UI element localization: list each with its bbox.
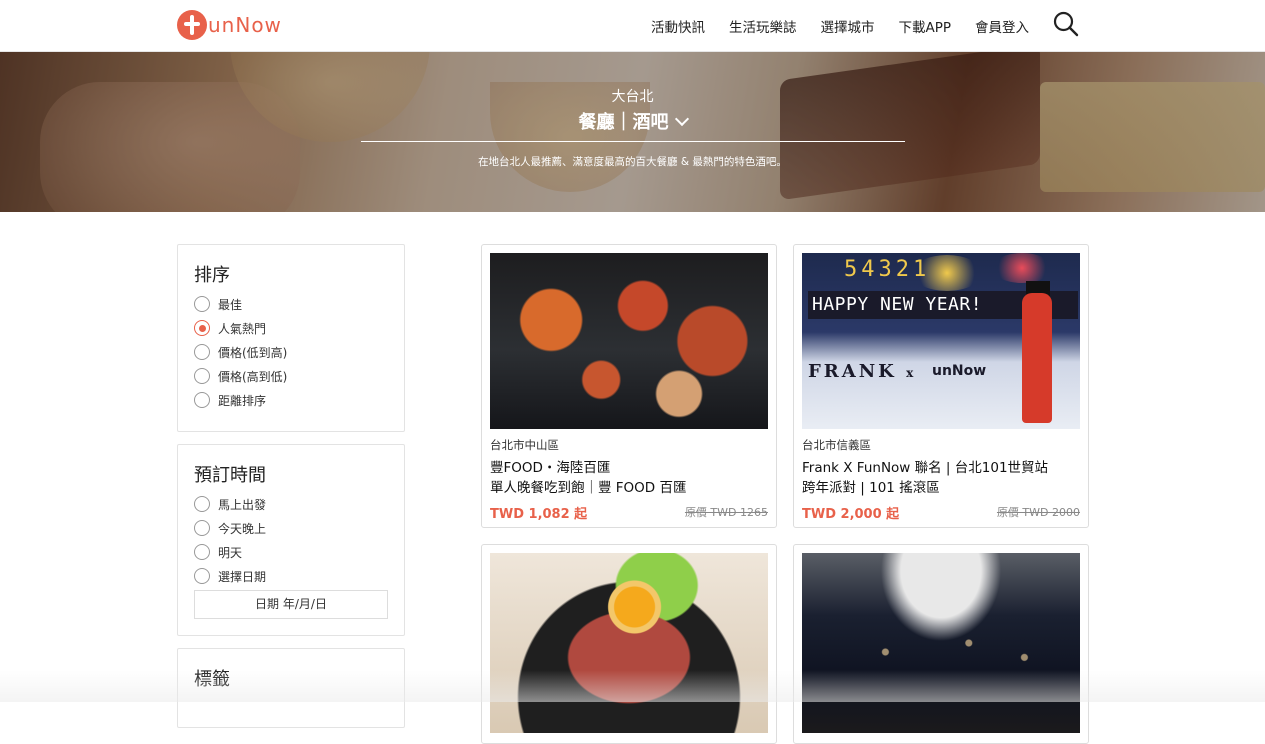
- date-input[interactable]: 日期 年/月/日: [194, 590, 388, 619]
- card-title: 豐FOOD・海陸百匯 單人晚餐吃到飽｜豐 FOOD 百匯: [490, 458, 770, 498]
- product-card[interactable]: 台北市中山區 豐FOOD・海陸百匯 單人晚餐吃到飽｜豐 FOOD 百匯 TWD …: [481, 244, 777, 528]
- sort-option-popular[interactable]: 人氣熱門: [194, 319, 266, 337]
- brand-left: FRANK: [808, 361, 897, 382]
- card-district: 台北市信義區: [802, 438, 871, 452]
- booking-time-panel: 預訂時間 馬上出發 今天晚上 明天 選擇日期 日期 年/月/日: [177, 444, 405, 636]
- countdown-text: 54321: [844, 257, 931, 282]
- hero-description: 在地台北人最推薦、滿意度最高的百大餐廳 & 最熱門的特色酒吧。: [478, 156, 787, 168]
- radio-icon: [194, 392, 210, 408]
- card-title-line: 單人晚餐吃到飽｜豐 FOOD 百匯: [490, 480, 687, 496]
- character-suit: [1022, 293, 1052, 423]
- product-card[interactable]: 54321 HAPPY NEW YEAR! FRANK x unNow 台北市信…: [793, 244, 1089, 528]
- card-district: 台北市中山區: [490, 438, 559, 452]
- option-label: 馬上出發: [218, 497, 267, 512]
- card-title-line: Frank X FunNow 聯名 | 台北101世貿站: [802, 460, 1049, 476]
- product-card[interactable]: [481, 544, 777, 744]
- nav-item-login[interactable]: 會員登入: [975, 16, 1029, 36]
- product-card[interactable]: [793, 544, 1089, 744]
- radio-selected-icon: [194, 320, 210, 336]
- option-label: 選擇日期: [218, 569, 267, 584]
- card-title-line: 跨年派對 | 101 搖滾區: [802, 480, 940, 496]
- sort-panel: 排序 最佳 人氣熱門 價格(低到高) 價格(高到低) 距離排序: [177, 244, 405, 432]
- card-price: TWD 2,000 起: [802, 507, 900, 522]
- main-nav: 活動快訊 生活玩樂誌 選擇城市 下載APP 會員登入: [651, 0, 1029, 52]
- option-label: 距離排序: [218, 393, 267, 408]
- card-original-price: 原價 TWD 1265: [684, 506, 768, 519]
- card-image-rooftop-restaurant: [802, 553, 1080, 733]
- sort-option-price-desc[interactable]: 價格(高到低): [194, 367, 287, 385]
- option-label: 今天晚上: [218, 521, 267, 536]
- option-label: 價格(高到低): [218, 369, 288, 384]
- booking-option-tomorrow[interactable]: 明天: [194, 543, 242, 561]
- radio-icon: [194, 568, 210, 584]
- booking-option-pick-date[interactable]: 選擇日期: [194, 567, 266, 585]
- sort-title: 排序: [194, 265, 230, 286]
- nav-item-magazine[interactable]: 生活玩樂誌: [729, 16, 797, 36]
- search-icon[interactable]: [1052, 10, 1080, 38]
- option-label: 最佳: [218, 297, 243, 312]
- funnow-logo-text: unNow: [932, 363, 987, 379]
- radio-icon: [194, 368, 210, 384]
- logo-mark-icon: [177, 10, 207, 40]
- sort-option-price-asc[interactable]: 價格(低到高): [194, 343, 287, 361]
- chevron-down-icon: [674, 111, 689, 127]
- brand-x: x: [906, 366, 914, 380]
- category-label: 餐廳｜酒吧: [578, 112, 669, 133]
- option-label: 明天: [218, 545, 243, 560]
- card-title-line: 豐FOOD・海陸百匯: [490, 460, 611, 476]
- option-label: 價格(低到高): [218, 345, 288, 360]
- funnow-logo[interactable]: unNow: [177, 9, 282, 41]
- booking-time-title: 預訂時間: [194, 465, 266, 486]
- firework-graphic: [992, 253, 1052, 283]
- radio-icon: [194, 544, 210, 560]
- radio-icon: [194, 344, 210, 360]
- card-image-seafood-buffet: [490, 253, 768, 429]
- top-header: unNow 活動快訊 生活玩樂誌 選擇城市 下載APP 會員登入: [0, 0, 1265, 52]
- tags-title: 標籤: [194, 669, 230, 690]
- sort-option-distance[interactable]: 距離排序: [194, 391, 266, 409]
- card-original-price: 原價 TWD 2000: [996, 506, 1080, 519]
- sort-option-best[interactable]: 最佳: [194, 295, 242, 313]
- radio-icon: [194, 496, 210, 512]
- hero-city: 大台北: [611, 89, 654, 105]
- card-title: Frank X FunNow 聯名 | 台北101世貿站 跨年派對 | 101 …: [802, 458, 1082, 498]
- booking-option-tonight[interactable]: 今天晚上: [194, 519, 266, 537]
- category-selector[interactable]: 餐廳｜酒吧: [0, 108, 1265, 134]
- card-image-new-year-party: 54321 HAPPY NEW YEAR! FRANK x unNow: [802, 253, 1080, 429]
- tags-panel: 標籤: [177, 648, 405, 728]
- nav-item-download-app[interactable]: 下載APP: [898, 16, 951, 36]
- hero-divider: [361, 141, 905, 142]
- nav-item-news[interactable]: 活動快訊: [651, 16, 705, 36]
- logo-text: unNow: [208, 13, 282, 37]
- card-image-beef-bowl: [490, 553, 768, 733]
- frank-logo-text: FRANK x: [808, 361, 913, 382]
- card-price: TWD 1,082 起: [490, 507, 588, 522]
- booking-option-now[interactable]: 馬上出發: [194, 495, 266, 513]
- radio-icon: [194, 520, 210, 536]
- nav-item-city[interactable]: 選擇城市: [820, 16, 874, 36]
- option-label: 人氣熱門: [218, 321, 267, 336]
- hero-banner: 大台北 餐廳｜酒吧 在地台北人最推薦、滿意度最高的百大餐廳 & 最熱門的特色酒吧…: [0, 52, 1265, 212]
- radio-icon: [194, 296, 210, 312]
